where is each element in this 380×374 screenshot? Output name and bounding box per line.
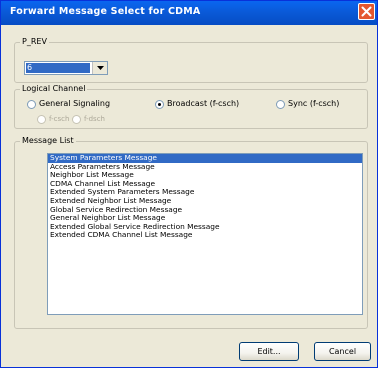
radio-circle bbox=[27, 100, 36, 109]
message-list-group-label: Message List bbox=[20, 136, 76, 146]
list-item[interactable]: CDMA Channel List Message bbox=[48, 180, 362, 189]
radio-circle bbox=[37, 115, 46, 124]
list-item[interactable]: Extended System Parameters Message bbox=[48, 188, 362, 197]
radio-circle bbox=[155, 100, 164, 109]
cancel-button[interactable]: Cancel bbox=[314, 342, 371, 361]
radio-label: General Signaling bbox=[39, 99, 111, 108]
list-item[interactable]: Extended Neighbor List Message bbox=[48, 197, 362, 206]
bottom-strip bbox=[0, 368, 380, 374]
radio-circle bbox=[276, 100, 285, 109]
list-item[interactable]: Access Parameters Message bbox=[48, 163, 362, 172]
window-title: Forward Message Select for CDMA bbox=[10, 6, 201, 17]
list-item[interactable]: Extended CDMA Channel List Message bbox=[48, 231, 362, 240]
close-button[interactable] bbox=[358, 3, 375, 20]
edit-button[interactable]: Edit... bbox=[239, 342, 299, 361]
list-item[interactable]: General Neighbor List Message bbox=[48, 214, 362, 223]
radio-label: f-csch bbox=[49, 115, 70, 123]
radio-label: Broadcast (f-csch) bbox=[167, 99, 240, 108]
dialog-window: Forward Message Select for CDMA P_REV 6 … bbox=[0, 0, 378, 368]
radio-label: Sync (f-csch) bbox=[288, 99, 340, 108]
p-rev-select[interactable]: 6 bbox=[24, 61, 108, 75]
list-item[interactable]: Neighbor List Message bbox=[48, 171, 362, 180]
p-rev-selected-value: 6 bbox=[26, 63, 90, 73]
list-item[interactable]: Extended Global Service Redirection Mess… bbox=[48, 223, 362, 232]
radio-label: f-dsch bbox=[84, 115, 105, 123]
title-bar[interactable]: Forward Message Select for CDMA bbox=[1, 1, 377, 25]
message-listbox[interactable]: System Parameters Message Access Paramet… bbox=[47, 153, 363, 315]
radio-circle bbox=[72, 115, 81, 124]
list-item[interactable]: System Parameters Message bbox=[48, 154, 362, 163]
radio-selected-dot bbox=[158, 103, 161, 106]
select-dropdown-button[interactable] bbox=[92, 62, 107, 74]
close-icon bbox=[361, 6, 372, 17]
logical-channel-group-label: Logical Channel bbox=[20, 84, 88, 94]
list-item[interactable]: Global Service Redirection Message bbox=[48, 206, 362, 215]
p-rev-group-label: P_REV bbox=[20, 37, 49, 47]
chevron-down-icon bbox=[97, 66, 104, 70]
